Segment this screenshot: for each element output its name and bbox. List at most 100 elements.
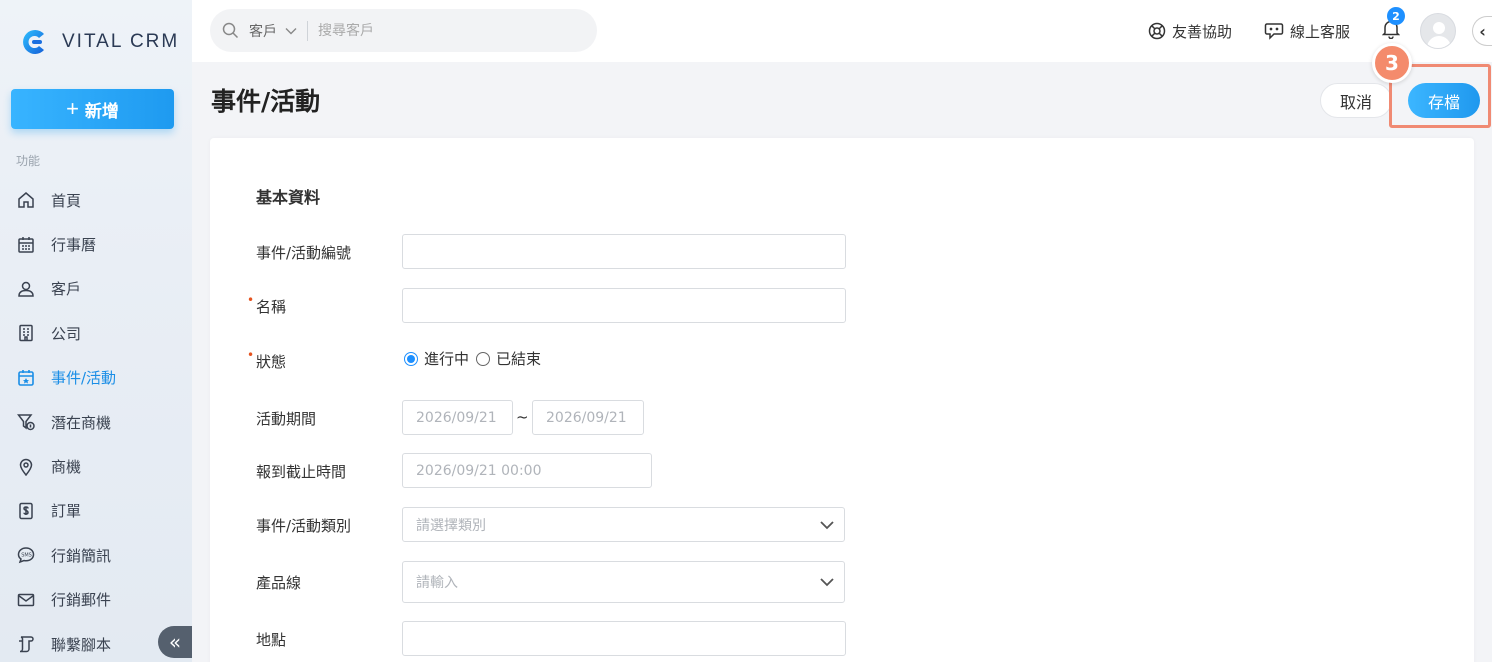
status-option-in-progress[interactable]: 進行中 xyxy=(424,348,469,369)
svg-text:SMS: SMS xyxy=(21,553,32,559)
section-label: 功能 xyxy=(16,154,41,168)
panel-toggle-button[interactable]: ‹ xyxy=(1472,16,1492,46)
period-start-placeholder: 2026/09/21 xyxy=(416,409,497,426)
chevron-left-icon: ‹ xyxy=(1479,21,1486,41)
sidebar-item-label: 公司 xyxy=(51,324,82,343)
checkin-deadline-placeholder: 2026/09/21 00:00 xyxy=(416,462,542,479)
sidebar-item-label: 行銷簡訊 xyxy=(51,546,112,565)
new-button-label: 新增 xyxy=(84,101,119,121)
sidebar-item-label: 首頁 xyxy=(51,191,82,210)
funnel-icon xyxy=(17,413,35,431)
user-avatar[interactable] xyxy=(1420,13,1456,49)
sidebar-item-label: 訂單 xyxy=(51,502,82,521)
help-label: 友善協助 xyxy=(1171,22,1232,41)
notification-button[interactable]: 2 xyxy=(1381,7,1405,43)
vital-crm-logo-icon xyxy=(23,30,44,54)
brand-logo[interactable]: VITAL CRM xyxy=(18,26,179,58)
category-select[interactable]: 請選擇類別 xyxy=(402,507,845,542)
event-icon xyxy=(17,369,35,387)
category-placeholder: 請選擇類別 xyxy=(416,517,486,534)
sidebar-item-order[interactable]: 訂單 xyxy=(0,489,192,533)
event-number-label: 事件/活動編號 xyxy=(256,244,352,262)
new-button[interactable]: + 新增 xyxy=(11,89,174,129)
support-label: 線上客服 xyxy=(1289,22,1350,41)
form-card: 基本資料 事件/活動編號 • 名稱 • 狀態 進行中 已結束 活動期間 2026… xyxy=(210,138,1474,662)
name-input[interactable] xyxy=(402,288,846,323)
period-end-placeholder: 2026/09/21 xyxy=(546,409,627,426)
chevron-down-icon xyxy=(285,27,297,34)
tutorial-step-badge: 3 xyxy=(1372,43,1412,83)
status-radio-ended[interactable] xyxy=(476,351,491,366)
brand-name: VITAL CRM xyxy=(62,31,180,52)
sidebar-item-leads[interactable]: 潛在商機 xyxy=(0,400,192,444)
sidebar-item-label: 事件/活動 xyxy=(51,369,117,388)
name-label-text: 名稱 xyxy=(256,298,287,316)
period-start-input[interactable]: 2026/09/21 xyxy=(402,400,513,435)
sidebar-item-opportunity[interactable]: 商機 xyxy=(0,444,192,488)
top-right-actions: 友善協助 線上客服 2 ‹ xyxy=(1148,0,1492,62)
product-line-select[interactable]: 請輸入 xyxy=(402,561,845,603)
page-title: 事件/活動 xyxy=(211,87,321,116)
product-line-placeholder: 請輸入 xyxy=(416,575,458,591)
location-icon xyxy=(17,458,35,476)
checkin-deadline-input[interactable]: 2026/09/21 00:00 xyxy=(402,453,652,488)
sidebar-item-calendar[interactable]: 行事曆 xyxy=(0,222,192,266)
sidebar: VITAL CRM + 新增 功能 首頁 行事曆 客戶 公司 事件/活動 潛在商… xyxy=(0,0,192,662)
sidebar-item-label: 商機 xyxy=(51,458,82,477)
help-link[interactable]: 友善協助 xyxy=(1148,21,1232,42)
mail-icon xyxy=(17,591,35,609)
sidebar-item-event[interactable]: 事件/活動 xyxy=(0,356,192,400)
name-label: • 名稱 xyxy=(247,293,287,317)
sms-icon: SMS xyxy=(17,546,35,564)
status-radio-in-progress[interactable] xyxy=(404,351,418,366)
notification-badge: 2 xyxy=(1387,7,1405,25)
sidebar-item-label: 聯繫腳本 xyxy=(51,635,112,654)
calendar-icon xyxy=(17,236,35,254)
building-icon xyxy=(17,324,35,342)
sidebar-item-label: 行事曆 xyxy=(51,236,97,255)
status-radio-group: 進行中 已結束 xyxy=(404,348,541,369)
collapse-sidebar-button[interactable]: « xyxy=(158,626,192,658)
sidebar-item-company[interactable]: 公司 xyxy=(0,311,192,355)
sidebar-item-label: 客戶 xyxy=(51,280,82,299)
chevron-down-icon xyxy=(820,520,834,529)
status-label: • 狀態 xyxy=(247,348,287,372)
order-icon xyxy=(17,502,35,520)
required-marker: • xyxy=(247,293,255,307)
sidebar-item-sms[interactable]: SMS 行銷簡訊 xyxy=(0,533,192,577)
period-separator: ~ xyxy=(516,408,529,426)
event-number-input[interactable] xyxy=(402,234,846,269)
status-option-ended[interactable]: 已結束 xyxy=(496,348,541,369)
sidebar-item-label: 潛在商機 xyxy=(51,413,112,432)
search-icon xyxy=(222,22,239,39)
search-scope-label: 客戶 xyxy=(249,23,277,40)
sidebar-nav: 首頁 行事曆 客戶 公司 事件/活動 潛在商機 商機 訂單 SMS 行銷簡訊 行… xyxy=(0,178,192,662)
search-scope-select[interactable]: 客戶 xyxy=(249,21,297,41)
sidebar-item-home[interactable]: 首頁 xyxy=(0,178,192,222)
product-line-label: 產品線 xyxy=(256,574,302,592)
chat-support-icon xyxy=(1264,23,1284,40)
avatar-head xyxy=(1433,22,1445,34)
chevron-down-icon xyxy=(820,578,834,587)
location-label: 地點 xyxy=(256,631,287,649)
cancel-button[interactable]: 取消 xyxy=(1320,83,1392,118)
period-end-input[interactable]: 2026/09/21 xyxy=(532,400,644,435)
sidebar-item-email[interactable]: 行銷郵件 xyxy=(0,578,192,622)
customer-icon xyxy=(17,280,35,298)
period-label: 活動期間 xyxy=(256,410,317,428)
checkin-deadline-label: 報到截止時間 xyxy=(256,463,347,481)
support-link[interactable]: 線上客服 xyxy=(1264,21,1350,42)
script-icon xyxy=(17,635,35,653)
status-label-text: 狀態 xyxy=(256,353,287,371)
avatar-body xyxy=(1427,36,1451,48)
top-bar: 客戶 友善協助 線上客服 2 ‹ xyxy=(192,0,1492,62)
search-bar: 客戶 xyxy=(210,9,597,52)
home-icon xyxy=(17,191,35,209)
section-title: 基本資料 xyxy=(256,188,321,207)
plus-icon: + xyxy=(66,96,79,121)
location-input[interactable] xyxy=(402,621,846,656)
sidebar-item-label: 行銷郵件 xyxy=(51,591,112,610)
sidebar-item-customer[interactable]: 客戶 xyxy=(0,267,192,311)
category-label: 事件/活動類別 xyxy=(256,517,352,535)
search-input[interactable] xyxy=(318,22,538,39)
